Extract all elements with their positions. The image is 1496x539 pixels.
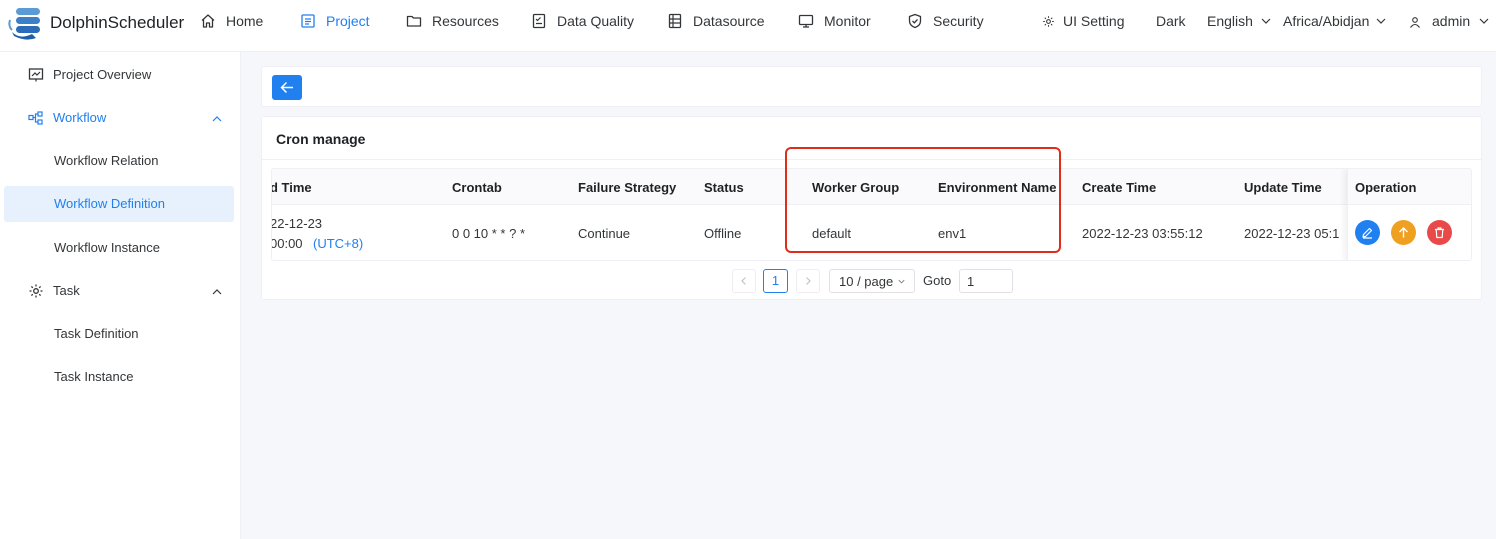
end-time-timezone: (UTC+8) [313,236,364,251]
column-operation: Operation [1355,180,1417,195]
sidebar-item-project-overview[interactable]: Project Overview [4,57,234,93]
chevron-up-icon[interactable] [211,286,223,298]
column-update-time[interactable]: Update Time [1244,180,1322,195]
column-environment-name[interactable]: Environment Name [938,180,1056,195]
sidebar-item-task-definition[interactable]: Task Definition [4,316,234,352]
sidebar-item-task-instance[interactable]: Task Instance [4,359,234,395]
chevron-down-icon[interactable] [1375,15,1387,27]
column-worker-group[interactable]: Worker Group [812,180,899,195]
sidebar-item-workflow-definition[interactable]: Workflow Definition [4,186,234,222]
timezone-select[interactable]: Africa/Abidjan [1283,13,1369,29]
chevron-right-icon [806,277,811,285]
sidebar-item-label: Task Definition [54,326,139,341]
cell-create-time: 2022-12-23 03:55:12 [1082,226,1203,241]
next-page-button[interactable] [796,269,820,293]
project-icon [301,14,315,28]
sidebar-item-label: Workflow Instance [54,240,160,255]
gear-icon [29,284,43,298]
gear-icon [1043,16,1054,27]
chevron-down-icon[interactable] [1478,15,1490,27]
cell-status: Offline [704,226,742,241]
column-end-time[interactable]: d Time [272,180,312,195]
nav-data-quality-label: Data Quality [557,13,635,29]
cell-worker-group: default [812,226,852,241]
back-button[interactable] [272,75,302,100]
card-title: Cron manage [276,131,366,147]
nav-security-label: Security [933,13,984,29]
chevron-down-icon [898,279,905,284]
cron-table[interactable]: d Time Crontab Failure Strategy Status W… [271,168,1472,261]
nav-monitor-label: Monitor [824,13,871,29]
sidebar-item-workflow-instance[interactable]: Workflow Instance [4,230,234,266]
arrow-up-icon [1399,227,1408,238]
sidebar-item-label: Workflow [53,110,107,125]
divider [262,159,1481,160]
brand-name[interactable]: DolphinScheduler [50,13,184,33]
operation-header: Operation [1348,169,1471,205]
chevron-down-icon[interactable] [1260,15,1272,27]
cell-failure-strategy: Continue [578,226,631,241]
page-number-button[interactable]: 1 [763,269,788,293]
workflow-icon [28,111,43,125]
nav-project-label: Project [326,13,370,29]
main-content: Cron manage d Time Crontab Failure Strat… [241,52,1496,539]
chart-board-icon [28,68,44,82]
prev-page-button[interactable] [732,269,756,293]
column-status[interactable]: Status [704,180,744,195]
column-failure-strategy[interactable]: Failure Strategy [578,180,676,195]
cron-manage-card: Cron manage d Time Crontab Failure Strat… [261,116,1482,300]
theme-toggle[interactable]: Dark [1156,13,1186,29]
back-bar [261,66,1482,107]
user-menu[interactable]: admin [1432,13,1470,29]
page-size-value: 10 / page [839,274,894,289]
online-button[interactable] [1391,220,1416,245]
home-icon [201,14,215,28]
ui-setting-label: UI Setting [1063,13,1125,29]
sidebar-item-workflow[interactable]: Workflow [4,100,234,136]
database-icon [668,13,682,29]
top-navigation-bar: DolphinScheduler Home Project Resources … [0,0,1496,52]
sidebar-item-workflow-relation[interactable]: Workflow Relation [4,143,234,179]
sidebar-item-label: Task Instance [54,369,134,384]
chevron-left-icon [741,277,746,285]
cell-crontab: 0 0 10 * * ? * [452,226,525,241]
sidebar-item-task[interactable]: Task [4,273,234,309]
checklist-icon [532,13,546,29]
nav-home-label: Home [226,13,264,29]
edit-icon [1362,227,1373,239]
chevron-up-icon[interactable] [211,113,223,125]
goto-input[interactable]: 1 [959,269,1013,293]
dolphinscheduler-logo [8,8,40,40]
monitor-icon [798,14,814,28]
cell-environment-name: env1 [938,226,967,241]
user-icon [1410,17,1420,28]
goto-label: Goto [923,273,952,288]
edit-button[interactable] [1355,220,1380,245]
arrow-left-icon [280,81,293,94]
page-size-select[interactable]: 10 / page [829,269,915,293]
sidebar-item-label: Workflow Definition [54,196,166,211]
end-time-date: 22-12-23 [271,216,323,231]
shield-icon [908,13,922,29]
sidebar-item-label: Task [53,283,80,298]
cell-update-time: 2022-12-23 05:1 [1244,226,1340,241]
column-create-time[interactable]: Create Time [1082,180,1156,195]
delete-button[interactable] [1427,220,1452,245]
sidebar: Project Overview Workflow Workflow Relat… [0,52,241,539]
table-header: d Time Crontab Failure Strategy Status W… [272,169,1471,205]
trash-icon [1435,227,1444,239]
nav-datasource-label: Datasource [693,13,765,29]
sidebar-item-label: Project Overview [53,67,152,82]
nav-resources-label: Resources [432,13,499,29]
language-select[interactable]: English [1207,13,1253,29]
operation-column: Operation [1347,169,1471,260]
end-time-clock: 00:00 [271,236,303,251]
sidebar-item-label: Workflow Relation [54,153,159,168]
folder-icon [406,15,422,27]
column-crontab[interactable]: Crontab [452,180,502,195]
goto-value: 1 [967,274,975,289]
